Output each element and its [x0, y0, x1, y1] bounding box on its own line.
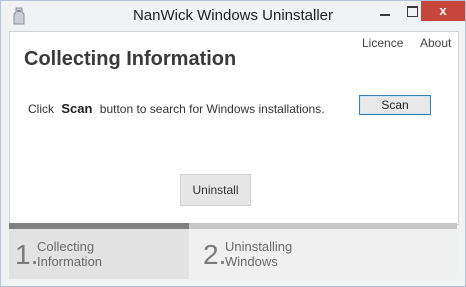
minimize-button[interactable] [371, 1, 399, 21]
close-button[interactable]: x [421, 1, 465, 21]
progress-steps: 1. Collecting Information 2. Uninstallin… [9, 223, 457, 279]
step-number: 2. [203, 239, 227, 270]
step-label-line: Collecting [37, 239, 95, 254]
main-window: NanWick Windows Uninstaller x Licence Ab… [0, 0, 466, 287]
step-label: Uninstalling Windows [225, 239, 292, 269]
step-label-line: Windows [225, 254, 278, 269]
scan-button[interactable]: Scan [359, 95, 431, 115]
step-number: 1. [15, 239, 39, 270]
title-bar[interactable]: NanWick Windows Uninstaller x [1, 1, 465, 31]
step-label: Collecting Information [37, 239, 102, 269]
uninstall-button[interactable]: Uninstall [180, 174, 251, 206]
step-collecting-information: 1. Collecting Information [9, 223, 189, 279]
step-uninstalling-windows: 2. Uninstalling Windows [189, 223, 457, 279]
step-label-line: Information [37, 254, 103, 269]
page-title: Collecting Information [24, 48, 237, 70]
licence-link[interactable]: Licence [362, 36, 403, 50]
instruction-text: Click Scan button to search for Windows … [28, 101, 325, 116]
instruction-keyword: Scan [61, 101, 93, 116]
content-panel: Licence About Collecting Information Cli… [9, 31, 459, 225]
instruction-suffix: button to search for Windows installatio… [99, 102, 325, 116]
about-link[interactable]: About [420, 36, 451, 50]
instruction-prefix: Click [28, 102, 54, 116]
step-label-line: Uninstalling [225, 239, 293, 254]
